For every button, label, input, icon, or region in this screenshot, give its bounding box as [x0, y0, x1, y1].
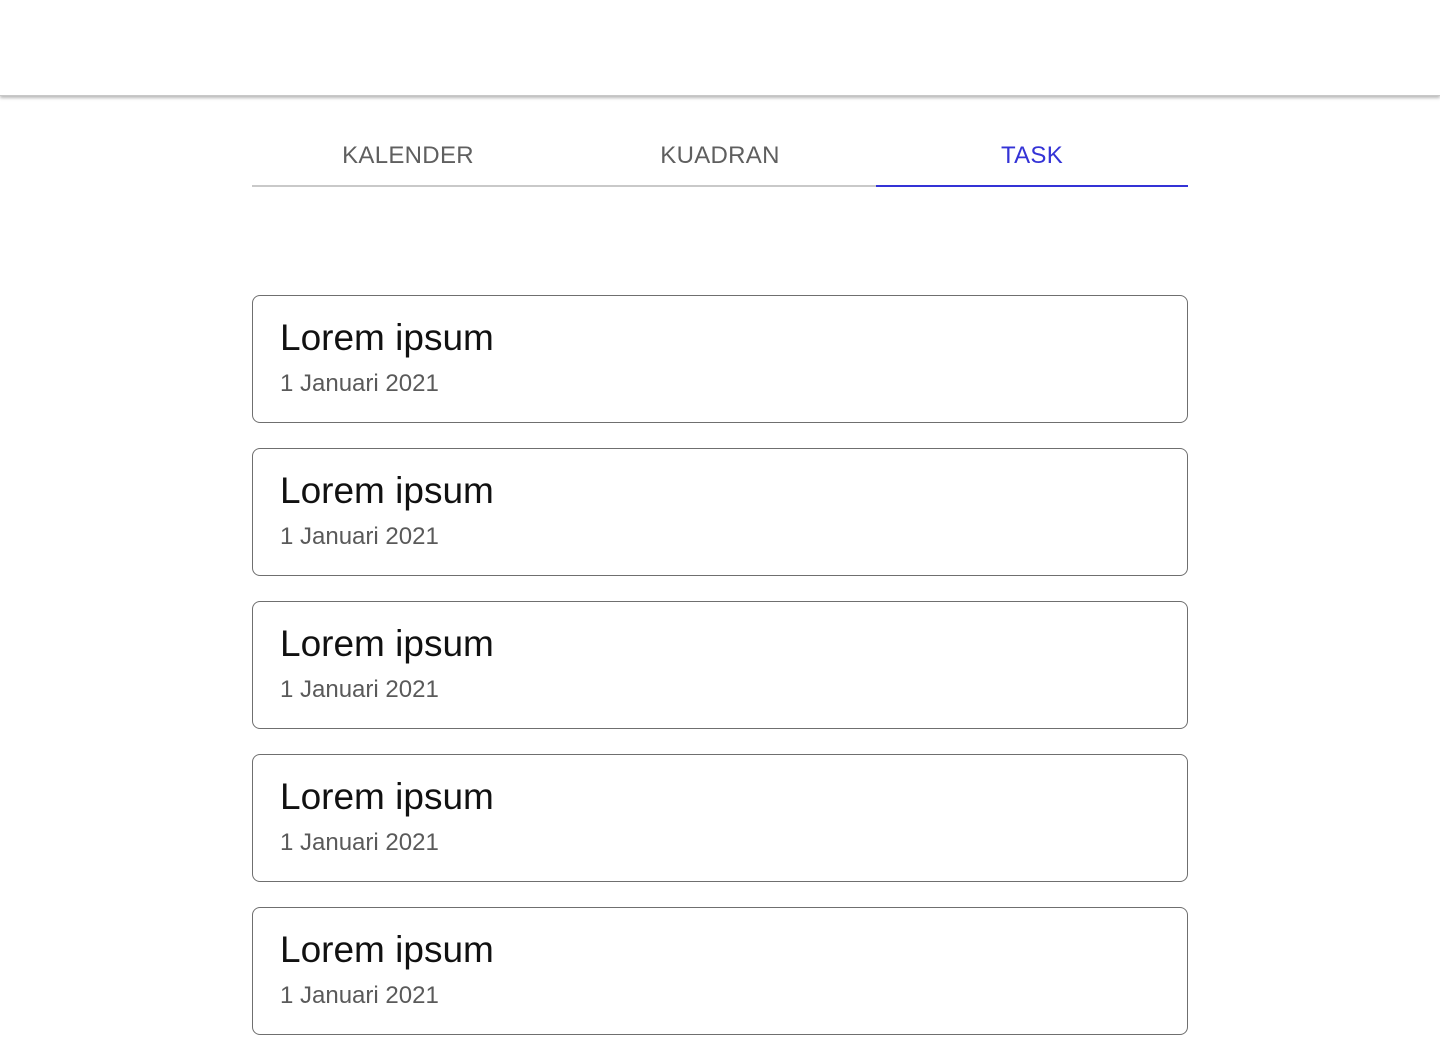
- task-card[interactable]: Lorem ipsum 1 Januari 2021: [252, 448, 1188, 576]
- task-date: 1 Januari 2021: [280, 982, 439, 1009]
- task-date: 1 Januari 2021: [280, 370, 439, 397]
- tab-task[interactable]: TASK: [876, 120, 1188, 187]
- top-app-bar: [0, 0, 1440, 96]
- task-date: 1 Januari 2021: [280, 829, 439, 856]
- task-title: Lorem ipsum: [280, 317, 494, 358]
- task-card[interactable]: Lorem ipsum 1 Januari 2021: [252, 754, 1188, 882]
- task-card[interactable]: Lorem ipsum 1 Januari 2021: [252, 295, 1188, 423]
- task-title: Lorem ipsum: [280, 623, 494, 664]
- task-card[interactable]: Lorem ipsum 1 Januari 2021: [252, 907, 1188, 1035]
- task-title: Lorem ipsum: [280, 776, 494, 817]
- tab-kalender[interactable]: KALENDER: [252, 120, 564, 185]
- task-card[interactable]: Lorem ipsum 1 Januari 2021: [252, 601, 1188, 729]
- tab-bar: KALENDER KUADRAN TASK: [252, 120, 1188, 187]
- task-date: 1 Januari 2021: [280, 523, 439, 550]
- tab-kuadran[interactable]: KUADRAN: [564, 120, 876, 185]
- task-title: Lorem ipsum: [280, 929, 494, 970]
- task-title: Lorem ipsum: [280, 470, 494, 511]
- task-list: Lorem ipsum 1 Januari 2021 Lorem ipsum 1…: [252, 295, 1188, 1060]
- task-date: 1 Januari 2021: [280, 676, 439, 703]
